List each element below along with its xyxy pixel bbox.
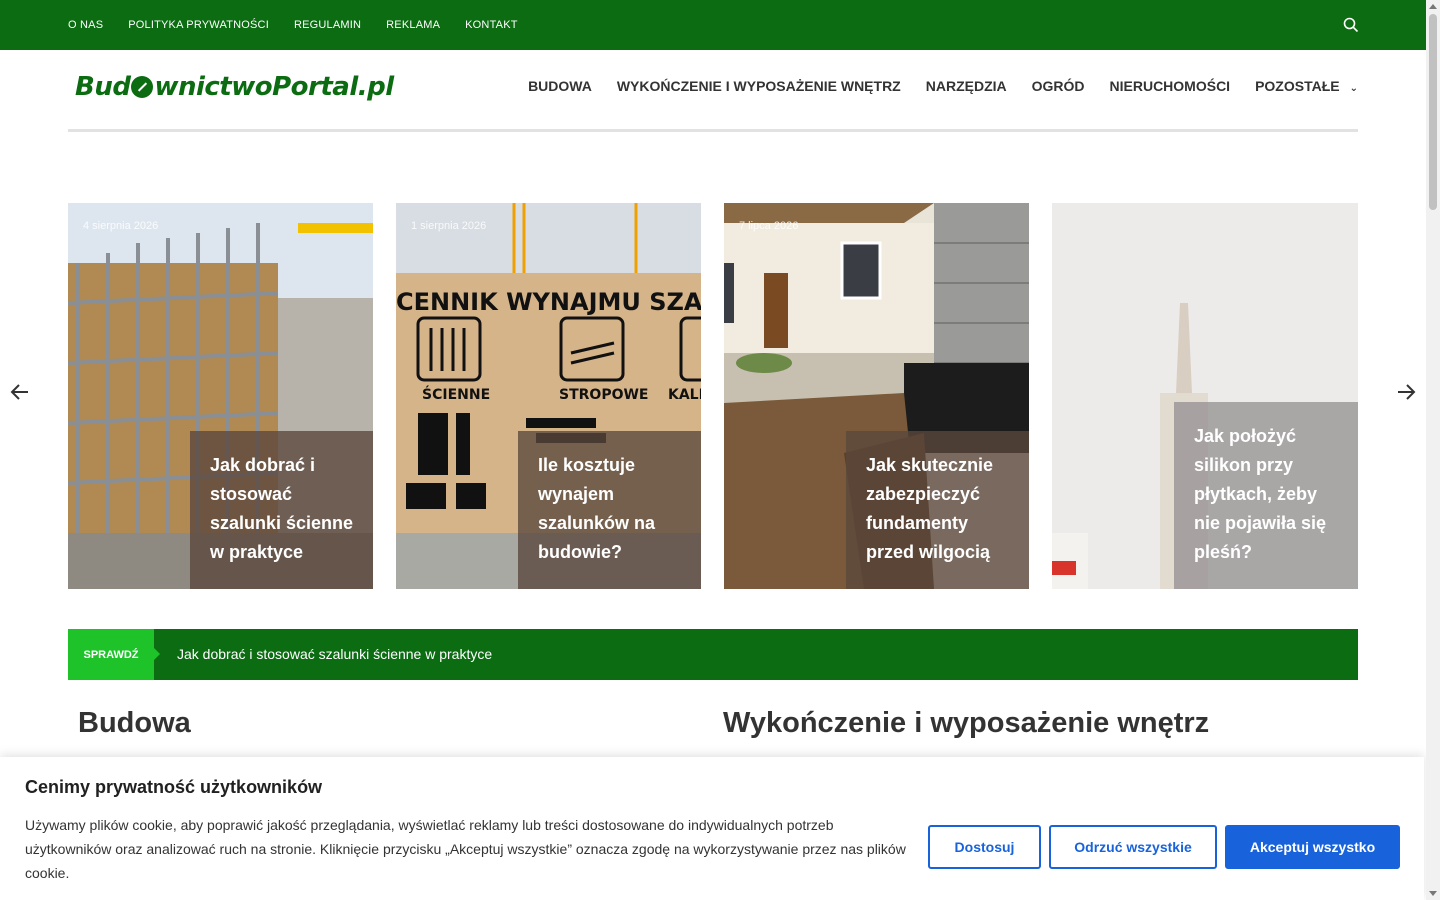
featured-slider: 4 sierpnia 2026 Jak dobrać i stosować sz… xyxy=(68,203,1358,589)
slide-4-title: Jak położyć silikon przy płytkach, żeby … xyxy=(1194,426,1327,562)
cookie-text: Używamy plików cookie, aby poprawić jako… xyxy=(25,817,906,881)
customize-button[interactable]: Dostosuj xyxy=(928,825,1041,869)
top-menu-item-polityka[interactable]: POLITYKA PRYWATNOŚCI xyxy=(128,19,269,31)
logo-text-start: Bud xyxy=(75,72,131,102)
top-menu-item-kontakt[interactable]: KONTAKT xyxy=(465,19,518,31)
ticker-link[interactable]: Jak dobrać i stosować szalunki ścienne w… xyxy=(177,646,492,662)
accept-all-button[interactable]: Akceptuj wszystko xyxy=(1225,825,1400,869)
top-menu: O NAS POLITYKA PRYWATNOŚCI REGULAMIN REK… xyxy=(68,0,518,50)
main-nav: BUDOWA WYKOŃCZENIE I WYPOSAŻENIE WNĘTRZ … xyxy=(528,78,1358,94)
nav-item-budowa[interactable]: BUDOWA xyxy=(528,78,592,94)
board-label-kalku: KALKU xyxy=(668,387,701,403)
chevron-down-icon: ⌄ xyxy=(1349,83,1358,94)
top-menu-item-reklama[interactable]: REKLAMA xyxy=(386,19,440,31)
scrollbar-thumb[interactable] xyxy=(1429,14,1437,210)
slide-2-caption[interactable]: Ile kosztuje wynajem szalunków na budowi… xyxy=(518,431,701,589)
slide-1-title: Jak dobrać i stosować szalunki ścienne w… xyxy=(210,455,354,562)
slide-3[interactable]: 7 lipca 2026 Jak skutecznie zabezpieczyć… xyxy=(724,203,1029,589)
cookie-title: Cenimy prywatność użytkowników xyxy=(25,777,323,797)
nav-item-narzedzia[interactable]: NARZĘDZIA xyxy=(926,78,1007,94)
scroll-up-icon[interactable] xyxy=(1429,4,1437,9)
search-icon[interactable] xyxy=(1343,17,1359,33)
nav-item-pozostale-label: POZOSTAŁE xyxy=(1255,78,1340,94)
nav-item-ogrod[interactable]: OGRÓD xyxy=(1032,78,1085,94)
slide-4-caption[interactable]: Jak położyć silikon przy płytkach, żeby … xyxy=(1174,402,1358,589)
logo-hammer-icon xyxy=(131,76,154,98)
top-menu-item-regulamin[interactable]: REGULAMIN xyxy=(294,19,361,31)
site-logo[interactable]: Bud wnictwoPortal.pl xyxy=(75,72,394,102)
board-label-stropowe: STROPOWE xyxy=(559,387,648,403)
cookie-banner: Cenimy prywatność użytkowników Używamy p… xyxy=(0,757,1424,900)
board-heading: CENNIK WYNAJMU SZALUNKÓW xyxy=(396,286,701,316)
reject-all-button[interactable]: Odrzuć wszystkie xyxy=(1049,825,1217,869)
nav-item-wykonczenie[interactable]: WYKOŃCZENIE I WYPOSAŻENIE WNĘTRZ xyxy=(617,78,901,94)
top-bar: O NAS POLITYKA PRYWATNOŚCI REGULAMIN REK… xyxy=(0,0,1426,50)
page-scrollbar[interactable] xyxy=(1426,0,1440,900)
board-label-scienne: ŚCIENNE xyxy=(422,385,490,403)
slide-1-date: 4 sierpnia 2026 xyxy=(83,220,159,232)
news-ticker: SPRAWDŹ Jak dobrać i stosować szalunki ś… xyxy=(68,629,1358,680)
slide-1-caption[interactable]: Jak dobrać i stosować szalunki ścienne w… xyxy=(190,431,373,589)
slide-2[interactable]: CENNIK WYNAJMU SZALUNKÓW ŚCIENNE STROPOW… xyxy=(396,203,701,589)
slide-3-caption[interactable]: Jak skutecznie zabezpieczyć fundamenty p… xyxy=(846,431,1029,589)
section-title-budowa[interactable]: Budowa xyxy=(78,707,191,740)
slide-3-date: 7 lipca 2026 xyxy=(739,220,799,232)
slide-2-date: 1 sierpnia 2026 xyxy=(411,220,487,232)
section-title-wykonczenie[interactable]: Wykończenie i wyposażenie wnętrz xyxy=(723,707,1209,740)
nav-item-nieruchomosci[interactable]: NIERUCHOMOŚCI xyxy=(1110,78,1231,94)
top-menu-item-o-nas[interactable]: O NAS xyxy=(68,19,103,31)
slide-4[interactable]: Jak położyć silikon przy płytkach, żeby … xyxy=(1052,203,1358,589)
arrow-left-icon[interactable] xyxy=(8,380,32,404)
slide-2-title: Ile kosztuje wynajem szalunków na budowi… xyxy=(538,455,656,562)
arrow-right-icon[interactable] xyxy=(1394,380,1418,404)
slide-1[interactable]: 4 sierpnia 2026 Jak dobrać i stosować sz… xyxy=(68,203,373,589)
slide-3-title: Jak skutecznie zabezpieczyć fundamenty p… xyxy=(866,455,994,562)
site-header: Bud wnictwoPortal.pl BUDOWA WYKOŃCZENIE I… xyxy=(68,62,1358,132)
logo-text-end: wnictwoPortal.pl xyxy=(154,72,394,102)
ticker-label: SPRAWDŹ xyxy=(68,629,160,680)
scroll-down-icon[interactable] xyxy=(1429,891,1437,896)
nav-item-pozostale[interactable]: POZOSTAŁE ⌄ xyxy=(1255,78,1358,94)
